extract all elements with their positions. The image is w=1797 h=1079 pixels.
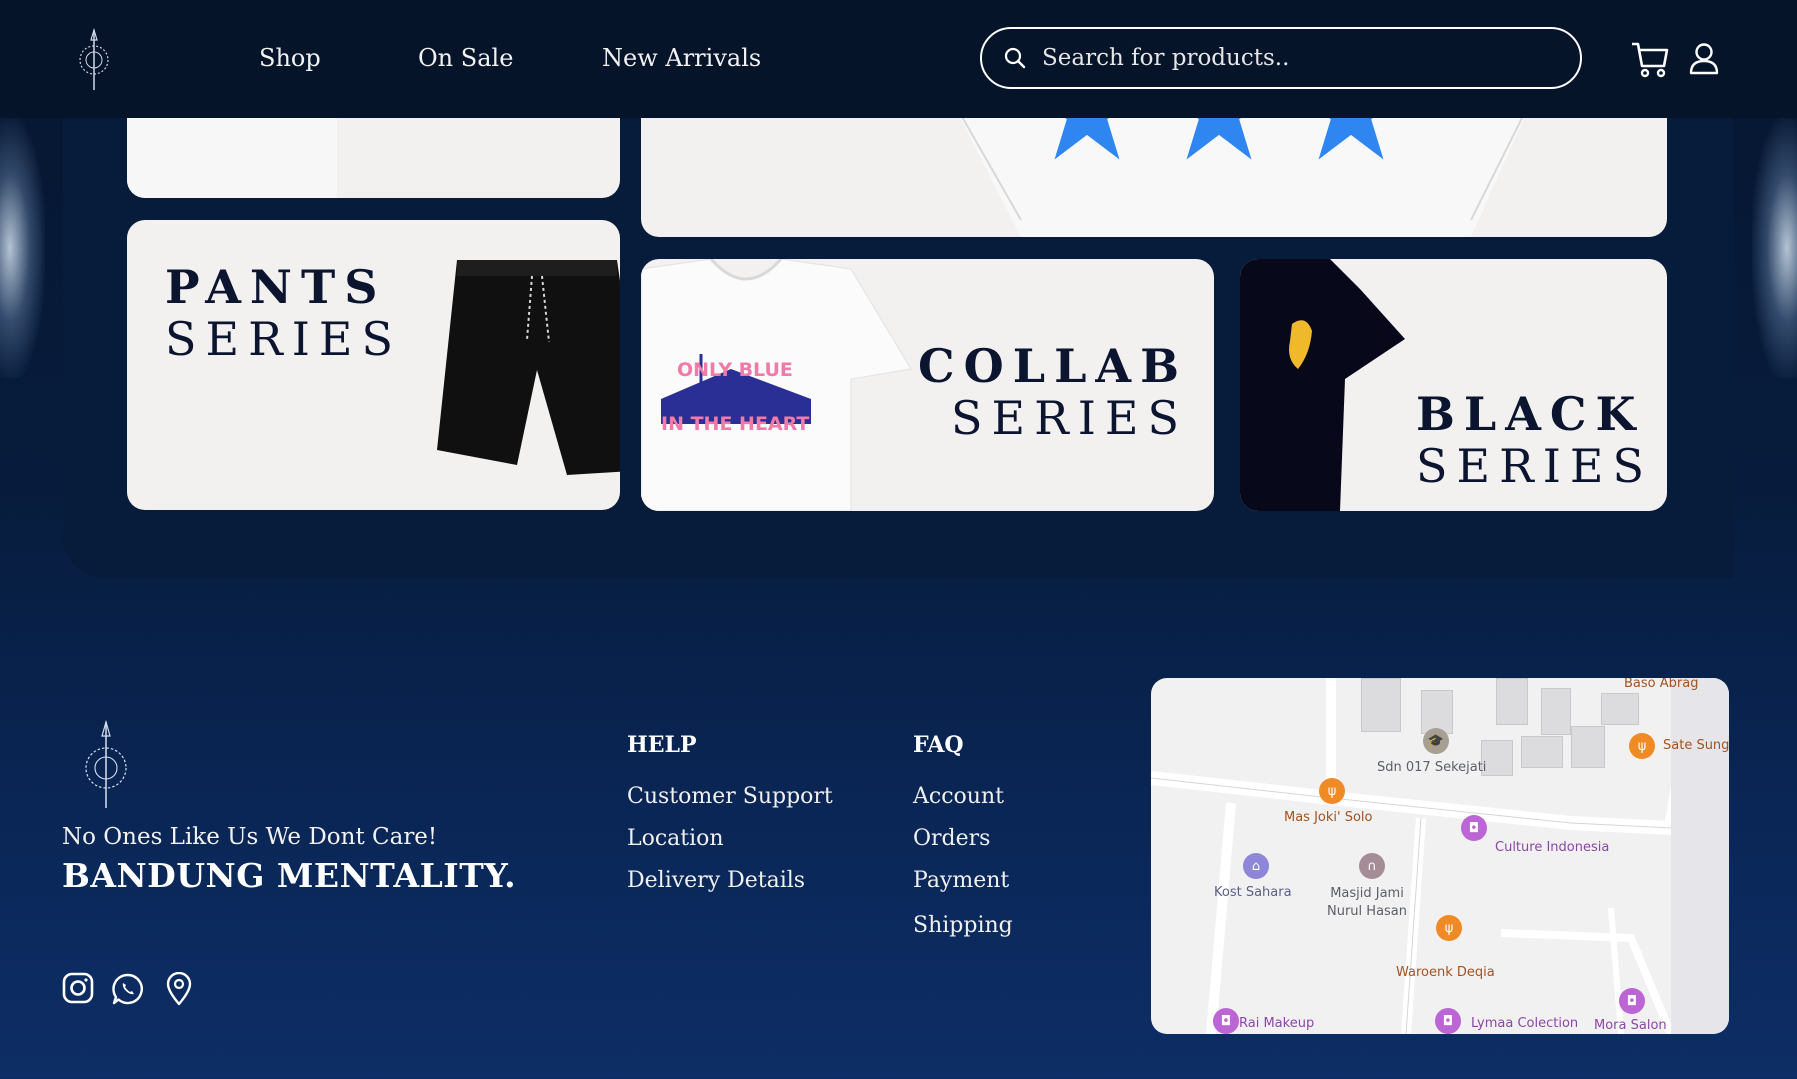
map-label-masjid: Masjid Jami Nurul Hasan [1327,886,1408,919]
map-label-sate-sung: Sate Sung [1663,738,1729,753]
pants-sub: SERIES [165,312,402,366]
map-pin-mosque[interactable]: ∩ [1359,853,1385,879]
map-pin-lodging[interactable]: ⌂ [1243,853,1269,879]
search-input[interactable] [1040,44,1544,72]
collab-title: COLLAB [918,339,1188,393]
brand-logo-icon[interactable] [74,28,114,92]
side-glow-right [1752,118,1797,378]
map-pin-school[interactable]: 🎓 [1423,728,1449,754]
map-pin-restaurant[interactable]: ψ [1629,733,1655,759]
black-tshirt-image [1240,259,1405,511]
map-pin-restaurant[interactable]: ψ [1319,778,1345,804]
black-series-title: BLACK SERIES [1416,391,1653,489]
collab-shirt-text-1: ONLY BLUE [677,359,793,381]
series-panel: 941424 PANTS SERIES ONLY BLUE IN THE HEA… [63,80,1733,578]
pants-series-title: PANTS SERIES [165,264,402,362]
black-sub: SERIES [1416,439,1653,493]
map-building [1601,693,1639,725]
black-title: BLACK [1416,387,1645,441]
map-label-rai-makeup: Rai Makeup [1239,1016,1315,1031]
map-label-lymaa-colection: Lymaa Colection [1471,1016,1579,1031]
map-label-waroenk-deqia: Waroenk Deqia [1396,965,1495,980]
footer-brand-name: BANDUNG MENTALITY. [62,856,517,895]
collab-sub: SERIES [951,391,1188,445]
pants-title: PANTS [165,260,387,314]
collab-series-title: COLLAB SERIES [918,343,1188,441]
location-map[interactable]: 🎓 ψ ψ ◘ ⌂ ∩ ψ ◘ ◘ ◘ Baso Abrag Sdn 017 S… [1151,678,1729,1034]
map-building [1541,688,1571,735]
nav-shop[interactable]: Shop [259,44,321,72]
footer-tagline: No Ones Like Us We Dont Care! [62,824,438,850]
search-icon [1004,47,1026,69]
faq-link-account[interactable]: Account [913,784,1004,809]
map-pin-shop[interactable]: ◘ [1619,988,1645,1014]
white-tshirt-collab-image [641,259,912,511]
card-black-series[interactable]: BLACK SERIES [1240,259,1667,511]
map-pin-shop[interactable]: ◘ [1435,1008,1461,1034]
cart-icon[interactable] [1630,40,1670,78]
side-glow-left [0,118,45,378]
map-label-sdn-017: Sdn 017 Sekejati [1377,760,1487,775]
faq-link-payment[interactable]: Payment [913,868,1009,893]
nav-on-sale[interactable]: On Sale [418,44,513,72]
map-label-kost-sahara: Kost Sahara [1214,885,1292,900]
card-collab-series[interactable]: ONLY BLUE IN THE HEART COLLAB SERIES [641,259,1214,511]
map-pin-shop[interactable]: ◘ [1461,815,1487,841]
map-building [1496,678,1528,725]
map-label-culture-indonesia: Culture Indonesia [1495,840,1610,855]
instagram-icon[interactable] [62,972,94,1004]
help-link-delivery-details[interactable]: Delivery Details [627,868,805,893]
help-link-customer-support[interactable]: Customer Support [627,784,833,809]
black-shorts-image [437,260,620,475]
map-building [1521,736,1563,768]
faq-link-orders[interactable]: Orders [913,826,990,851]
faq-heading: FAQ [913,732,964,758]
faq-link-shipping[interactable]: Shipping [913,913,1013,938]
map-building [1361,678,1401,732]
nav-new-arrivals[interactable]: New Arrivals [602,44,761,72]
help-heading: HELP [627,732,697,758]
footer-logo-icon [85,720,127,808]
map-pin-shop[interactable]: ◘ [1213,1008,1239,1034]
help-link-location[interactable]: Location [627,826,724,851]
map-label-mas-joki: Mas Joki' Solo [1284,810,1373,825]
card-pants-series[interactable]: PANTS SERIES [127,220,620,510]
map-label-mora-salon: Mora Salon [1594,1018,1667,1033]
top-navbar: Shop On Sale New Arrivals [0,0,1797,118]
map-pin-restaurant[interactable]: ψ [1436,915,1462,941]
user-icon[interactable] [1688,42,1720,76]
map-label-baso-abrag: Baso Abrag [1624,678,1699,691]
location-pin-icon[interactable] [166,972,192,1006]
collab-shirt-text-2: IN THE HEART [661,413,810,435]
whatsapp-icon[interactable] [111,972,145,1006]
search-bar[interactable] [980,27,1582,89]
map-building [1571,726,1605,768]
